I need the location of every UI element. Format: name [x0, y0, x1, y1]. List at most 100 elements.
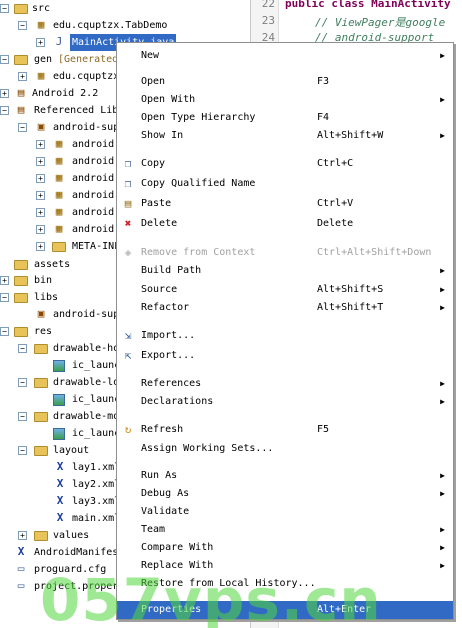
- submenu-arrow-icon: ▶: [440, 525, 445, 534]
- menu-item-references[interactable]: References ▶: [117, 375, 453, 393]
- tree-item-package[interactable]: − ▦ edu.cquptzx.TabDemo: [0, 17, 250, 34]
- package-icon: ▦: [55, 154, 63, 167]
- folder-icon: [14, 260, 28, 270]
- menu-item-delete[interactable]: ✖ Delete Delete: [117, 215, 453, 233]
- context-menu: New ▶ Open F3 Open With ▶ Open Type Hier…: [116, 42, 454, 620]
- menu-item-copy-qualified-name[interactable]: ❐ Copy Qualified Name: [117, 175, 453, 193]
- package-icon: ▦: [55, 188, 63, 201]
- tree-item-label: layout: [53, 445, 90, 456]
- menu-item-show-in[interactable]: Show In Alt+Shift+W ▶: [117, 127, 453, 145]
- collapse-icon[interactable]: −: [18, 123, 27, 132]
- menu-item-copy[interactable]: ❐ Copy Ctrl+C: [117, 155, 453, 173]
- collapse-icon[interactable]: −: [18, 344, 27, 353]
- menu-item-assign-working-sets[interactable]: Assign Working Sets...: [117, 440, 453, 458]
- tree-item-label: libs: [34, 292, 59, 303]
- menu-item-label: Delete: [141, 218, 178, 229]
- folder-icon: [34, 531, 48, 541]
- collapse-icon[interactable]: −: [0, 55, 9, 64]
- menu-item-run-as[interactable]: Run As ▶: [117, 467, 453, 485]
- submenu-arrow-icon: ▶: [440, 397, 445, 406]
- menu-item-paste[interactable]: ▤ Paste Ctrl+V: [117, 195, 453, 213]
- collapse-icon[interactable]: −: [18, 378, 27, 387]
- menu-item-label: Copy Qualified Name: [141, 178, 256, 189]
- collapse-icon[interactable]: −: [0, 293, 9, 302]
- expand-icon[interactable]: +: [18, 72, 27, 81]
- xml-file-icon: X: [17, 545, 25, 558]
- src-folder-icon: [14, 55, 28, 65]
- xml-file-icon: X: [56, 460, 64, 473]
- src-folder-icon: [14, 4, 28, 14]
- image-file-icon: [53, 360, 65, 372]
- menu-item-label: Declarations: [141, 396, 214, 407]
- menu-item-shortcut: Ctrl+C: [317, 158, 354, 169]
- menu-item-build-path[interactable]: Build Path ▶: [117, 262, 453, 280]
- expand-icon[interactable]: +: [36, 157, 45, 166]
- menu-item-label: Refactor: [141, 302, 190, 313]
- menu-item-open-with[interactable]: Open With ▶: [117, 91, 453, 109]
- package-icon: ▦: [37, 18, 45, 31]
- package-icon: ▦: [55, 137, 63, 150]
- menu-item-validate[interactable]: Validate: [117, 503, 453, 521]
- package-icon: ▦: [55, 205, 63, 218]
- file-icon: ▭: [17, 562, 25, 575]
- expand-icon[interactable]: +: [0, 89, 9, 98]
- collapse-icon[interactable]: −: [0, 327, 9, 336]
- folder-icon: [34, 378, 48, 388]
- menu-item-label: Remove from Context: [141, 247, 256, 258]
- collapse-icon[interactable]: −: [18, 412, 27, 421]
- xml-file-icon: X: [56, 494, 64, 507]
- menu-item-properties[interactable]: Properties Alt+Enter: [117, 601, 453, 619]
- collapse-icon[interactable]: −: [18, 446, 27, 455]
- menu-item-declarations[interactable]: Declarations ▶: [117, 393, 453, 411]
- menu-item-remove-from-context: ◈ Remove from Context Ctrl+Alt+Shift+Dow…: [117, 244, 453, 262]
- menu-item-refresh[interactable]: ↻ Refresh F5: [117, 421, 453, 439]
- menu-item-shortcut: Alt+Shift+S: [317, 284, 384, 295]
- menu-item-label: Open Type Hierarchy: [141, 112, 256, 123]
- menu-item-replace-with[interactable]: Replace With ▶: [117, 557, 453, 575]
- menu-item-import[interactable]: ⇲ Import...: [117, 327, 453, 345]
- collapse-icon[interactable]: −: [18, 21, 27, 30]
- menu-item-open-type-hierarchy[interactable]: Open Type Hierarchy F4: [117, 109, 453, 127]
- menu-item-source[interactable]: Source Alt+Shift+S ▶: [117, 281, 453, 299]
- menu-separator: [119, 415, 451, 416]
- menu-item-open[interactable]: Open F3: [117, 73, 453, 91]
- menu-item-restore-local-history[interactable]: Restore from Local History...: [117, 575, 453, 593]
- image-file-icon: [53, 428, 65, 440]
- library-icon: ▤: [17, 103, 25, 116]
- menu-item-label: Source: [141, 284, 178, 295]
- expand-icon[interactable]: +: [36, 140, 45, 149]
- expand-icon[interactable]: +: [0, 276, 9, 285]
- menu-item-new[interactable]: New ▶: [117, 47, 453, 65]
- menu-item-team[interactable]: Team ▶: [117, 521, 453, 539]
- expand-icon[interactable]: +: [36, 191, 45, 200]
- menu-item-label: Copy: [141, 158, 166, 169]
- expand-icon[interactable]: +: [18, 531, 27, 540]
- export-icon: ⇱: [124, 349, 132, 362]
- submenu-arrow-icon: ▶: [440, 471, 445, 480]
- menu-item-shortcut: Ctrl+V: [317, 198, 354, 209]
- submenu-arrow-icon: ▶: [440, 131, 445, 140]
- menu-item-shortcut: Delete: [317, 218, 354, 229]
- expand-icon[interactable]: +: [36, 225, 45, 234]
- copy-qualified-name-icon: ❐: [124, 177, 132, 190]
- menu-item-refactor[interactable]: Refactor Alt+Shift+T ▶: [117, 299, 453, 317]
- tree-item-src[interactable]: − src: [0, 0, 250, 17]
- folder-icon: [34, 412, 48, 422]
- tree-item-label: src: [32, 3, 51, 14]
- menu-item-compare-with[interactable]: Compare With ▶: [117, 539, 453, 557]
- menu-item-label: Restore from Local History...: [141, 578, 316, 589]
- expand-icon[interactable]: +: [36, 174, 45, 183]
- folder-icon: [14, 276, 28, 286]
- submenu-arrow-icon: ▶: [440, 266, 445, 275]
- tree-item-label: assets: [34, 259, 71, 270]
- menu-item-export[interactable]: ⇱ Export...: [117, 347, 453, 365]
- expand-icon[interactable]: +: [36, 38, 45, 47]
- collapse-icon[interactable]: −: [0, 4, 9, 13]
- menu-item-debug-as[interactable]: Debug As ▶: [117, 485, 453, 503]
- expand-icon[interactable]: +: [36, 208, 45, 217]
- submenu-arrow-icon: ▶: [440, 95, 445, 104]
- image-file-icon: [53, 394, 65, 406]
- collapse-icon[interactable]: −: [0, 106, 9, 115]
- expand-icon[interactable]: +: [36, 242, 45, 251]
- menu-item-label: Build Path: [141, 265, 202, 276]
